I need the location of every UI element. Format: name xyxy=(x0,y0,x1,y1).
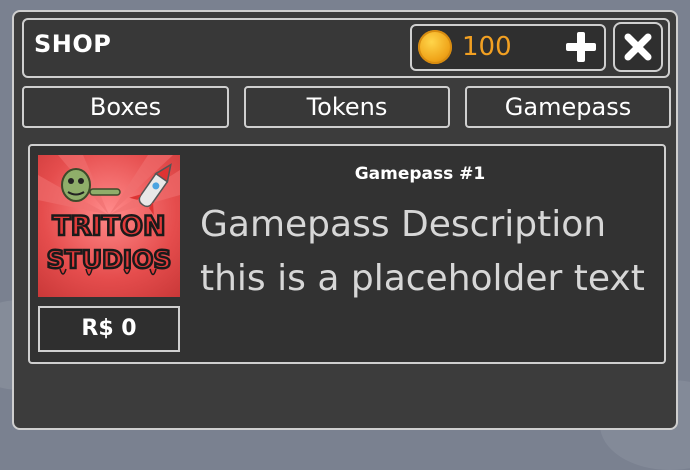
description-line-2: this is a placeholder text xyxy=(200,258,645,299)
triton-studios-logo: TRITON STUDIOS xyxy=(38,155,180,276)
tab-tokens[interactable]: Tokens xyxy=(244,86,450,128)
coin-count: 100 xyxy=(462,32,512,62)
close-button[interactable] xyxy=(613,22,663,72)
svg-text:TRITON: TRITON xyxy=(52,211,165,242)
description-line-1: Gamepass Description xyxy=(200,204,607,245)
gamepass-description: Gamepass Description this is a placehold… xyxy=(200,198,660,306)
coin-icon xyxy=(418,30,452,64)
shop-title: SHOP xyxy=(34,30,112,58)
price-button[interactable]: R$ 0 xyxy=(38,306,180,352)
close-icon xyxy=(624,33,652,61)
gamepass-thumbnail: TRITON STUDIOS xyxy=(38,155,180,297)
plus-icon[interactable] xyxy=(564,30,598,64)
tab-boxes[interactable]: Boxes xyxy=(22,86,229,128)
tab-gamepass[interactable]: Gamepass xyxy=(465,86,671,128)
gamepass-title: Gamepass #1 xyxy=(354,164,486,184)
